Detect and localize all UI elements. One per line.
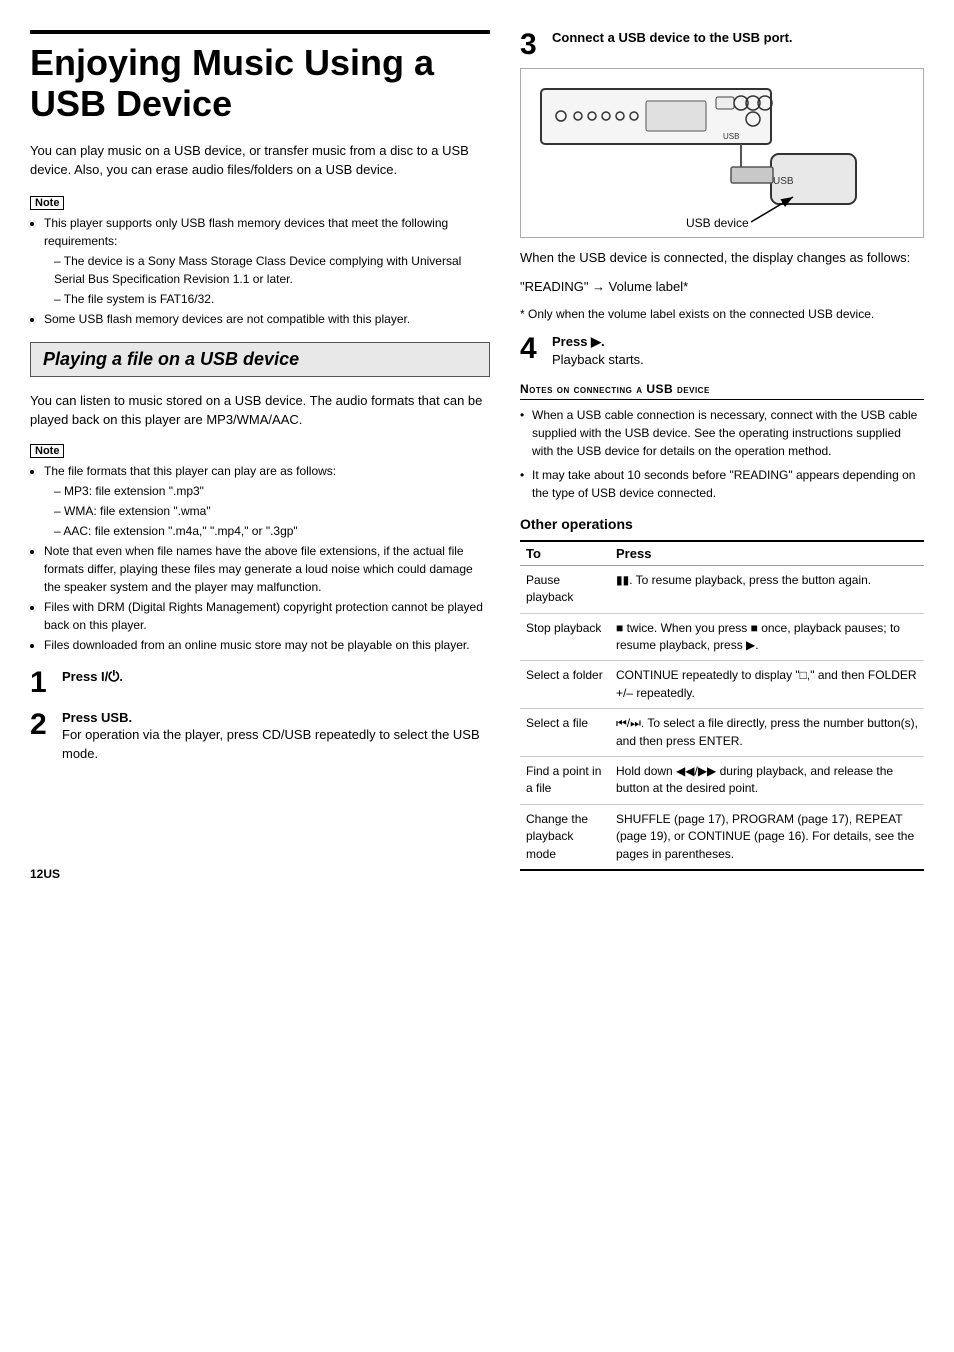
note1-bullet1: This player supports only USB flash memo… bbox=[44, 214, 490, 250]
svg-text:USB: USB bbox=[773, 176, 794, 187]
ops-col-press: Press bbox=[610, 541, 924, 566]
note1-bullet2: Some USB flash memory devices are not co… bbox=[44, 310, 490, 328]
ops-to-2: Stop playback bbox=[520, 613, 610, 661]
note2-bullet1: The file formats that this player can pl… bbox=[44, 462, 490, 480]
note-box-1: Note This player supports only USB flash… bbox=[30, 194, 490, 328]
note1-sub2: The file system is FAT16/32. bbox=[54, 290, 490, 308]
right-column: 3 Connect a USB device to the USB port. bbox=[520, 30, 924, 871]
step4-inner: Press ▶. Playback starts. bbox=[552, 334, 924, 370]
note2-sub2: WMA: file extension ".wma" bbox=[54, 502, 490, 520]
display-text2: "READING" → Volume label* bbox=[520, 277, 924, 298]
step2-label: Press USB. bbox=[62, 710, 490, 725]
section-box: Playing a file on a USB device bbox=[30, 342, 490, 377]
notes-connecting-section: Notes on connecting a USB device When a … bbox=[520, 382, 924, 502]
step4-number: 4 bbox=[520, 334, 544, 364]
intro-text: You can play music on a USB device, or t… bbox=[30, 141, 490, 180]
note-content-1: This player supports only USB flash memo… bbox=[30, 214, 490, 328]
step4: 4 Press ▶. Playback starts. bbox=[520, 334, 924, 370]
notes-connecting-item2: It may take about 10 seconds before "REA… bbox=[520, 466, 924, 502]
section-title: Playing a file on a USB device bbox=[43, 349, 477, 370]
note2-bullet4: Files downloaded from an online music st… bbox=[44, 636, 490, 654]
step4-desc: Playback starts. bbox=[552, 350, 924, 370]
note-box-2: Note The file formats that this player c… bbox=[30, 442, 490, 654]
table-row: Change the playback mode SHUFFLE (page 1… bbox=[520, 804, 924, 870]
page-number: 12US bbox=[30, 867, 60, 881]
usb-diagram-area: USB USB USB device bbox=[520, 68, 924, 238]
ops-table: To Press Pause playback ▮▮. To resume pl… bbox=[520, 540, 924, 871]
notes-connecting-item1: When a USB cable connection is necessary… bbox=[520, 406, 924, 460]
step1: 1 Press I/⏻. bbox=[30, 668, 490, 698]
ops-col-to: To bbox=[520, 541, 610, 566]
note2-sub3: AAC: file extension ".m4a," ".mp4," or "… bbox=[54, 522, 490, 540]
step1-inner: Press I/⏻. bbox=[62, 668, 490, 685]
other-ops-title: Other operations bbox=[520, 516, 924, 532]
ops-to-5: Find a point in a file bbox=[520, 757, 610, 805]
note2-bullet3: Files with DRM (Digital Rights Managemen… bbox=[44, 598, 490, 634]
ops-press-6: SHUFFLE (page 17), PROGRAM (page 17), RE… bbox=[610, 804, 924, 870]
other-operations-section: Other operations To Press Pause playback… bbox=[520, 516, 924, 871]
note-label-2: Note bbox=[30, 444, 64, 458]
note-label-1: Note bbox=[30, 196, 64, 210]
note2-sub1: MP3: file extension ".mp3" bbox=[54, 482, 490, 500]
svg-text:USB device: USB device bbox=[686, 216, 749, 230]
note2-bullet2: Note that even when file names have the … bbox=[44, 542, 490, 596]
step2-number: 2 bbox=[30, 710, 54, 740]
table-row: Select a folder CONTINUE repeatedly to d… bbox=[520, 661, 924, 709]
step3-number: 3 bbox=[520, 30, 544, 60]
ops-press-2: ■ twice. When you press ■ once, playback… bbox=[610, 613, 924, 661]
notes-connecting-list: When a USB cable connection is necessary… bbox=[520, 406, 924, 502]
ops-to-3: Select a folder bbox=[520, 661, 610, 709]
table-row: Find a point in a file Hold down ◀◀/▶▶ d… bbox=[520, 757, 924, 805]
step1-label: Press I/⏻. bbox=[62, 668, 490, 685]
step4-label: Press ▶. bbox=[552, 334, 924, 350]
step3: 3 Connect a USB device to the USB port. bbox=[520, 30, 924, 60]
ops-press-3: CONTINUE repeatedly to display "□," and … bbox=[610, 661, 924, 709]
step2-desc: For operation via the player, press CD/U… bbox=[62, 725, 490, 764]
step2: 2 Press USB. For operation via the playe… bbox=[30, 710, 490, 764]
note-content-2: The file formats that this player can pl… bbox=[30, 462, 490, 654]
step2-inner: Press USB. For operation via the player,… bbox=[62, 710, 490, 764]
table-row: Pause playback ▮▮. To resume playback, p… bbox=[520, 565, 924, 613]
ops-press-4: ⏮/⏭. To select a file directly, press th… bbox=[610, 709, 924, 757]
notes-connecting-title: Notes on connecting a USB device bbox=[520, 382, 924, 400]
svg-text:USB: USB bbox=[723, 132, 739, 141]
ops-press-5: Hold down ◀◀/▶▶ during playback, and rel… bbox=[610, 757, 924, 805]
section-intro: You can listen to music stored on a USB … bbox=[30, 391, 490, 430]
asterisk-note: * Only when the volume label exists on t… bbox=[520, 306, 924, 323]
ops-press-1: ▮▮. To resume playback, press the button… bbox=[610, 565, 924, 613]
table-row: Select a file ⏮/⏭. To select a file dire… bbox=[520, 709, 924, 757]
step1-number: 1 bbox=[30, 668, 54, 698]
ops-to-6: Change the playback mode bbox=[520, 804, 610, 870]
main-title: Enjoying Music Using a USB Device bbox=[30, 30, 490, 125]
note1-sub1: The device is a Sony Mass Storage Class … bbox=[54, 252, 490, 288]
usb-diagram-svg: USB USB USB device bbox=[531, 79, 871, 234]
ops-to-1: Pause playback bbox=[520, 565, 610, 613]
display-text1: When the USB device is connected, the di… bbox=[520, 248, 924, 269]
table-row: Stop playback ■ twice. When you press ■ … bbox=[520, 613, 924, 661]
ops-to-4: Select a file bbox=[520, 709, 610, 757]
step3-label: Connect a USB device to the USB port. bbox=[552, 30, 924, 45]
left-column: Enjoying Music Using a USB Device You ca… bbox=[30, 30, 490, 871]
step3-inner: Connect a USB device to the USB port. bbox=[552, 30, 924, 45]
